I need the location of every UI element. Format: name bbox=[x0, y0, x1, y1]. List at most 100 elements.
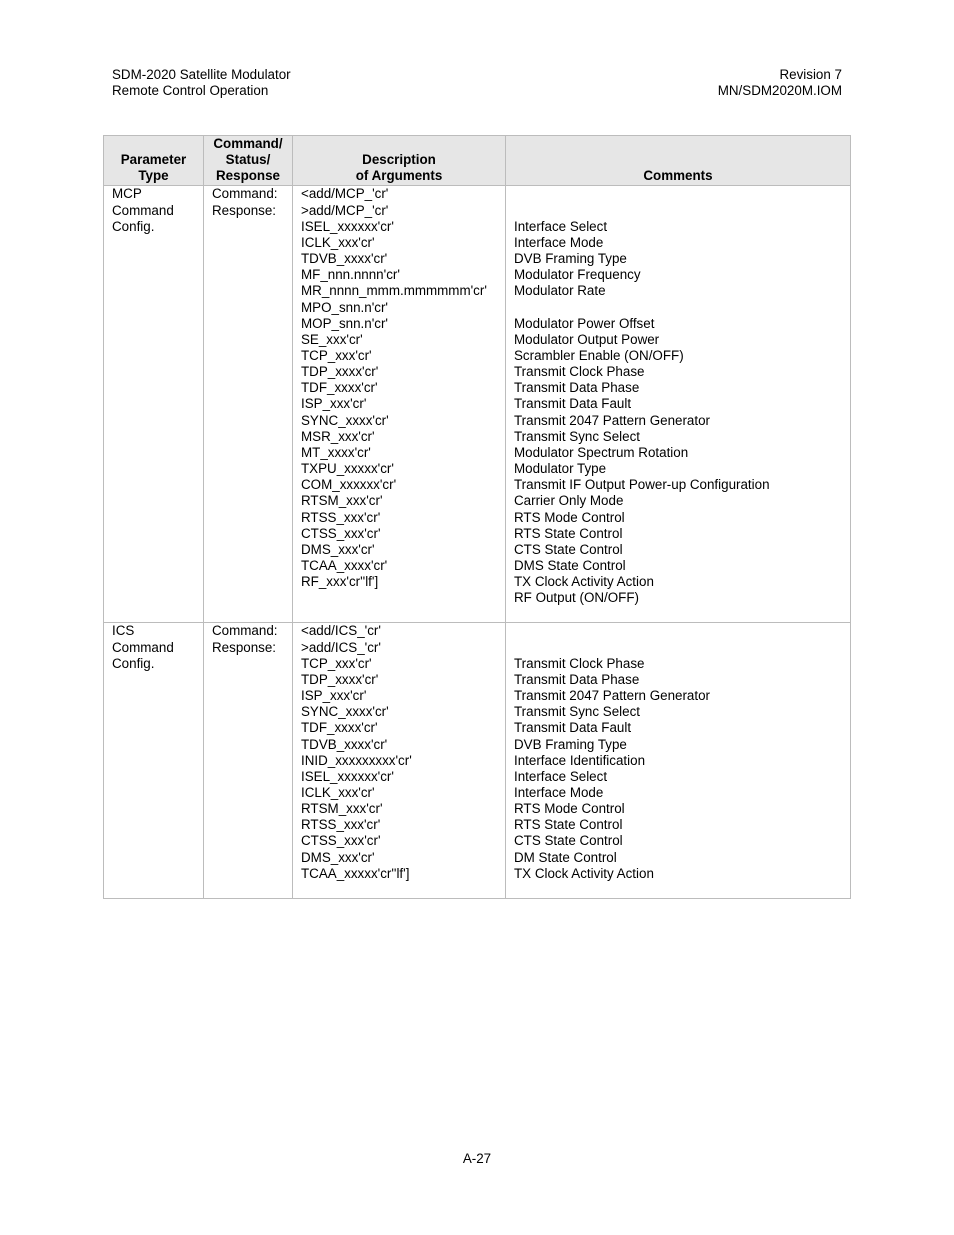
cell-line: ICLK_xxx'cr' bbox=[301, 785, 375, 800]
document-header-right: Revision 7 MN/SDM2020M.IOM bbox=[718, 67, 842, 99]
command-cell: Command: Response: bbox=[203, 622, 293, 899]
cell-line: RTS State Control bbox=[514, 817, 623, 833]
comments-cell: Transmit Clock Phase Transmit Data Phase T… bbox=[505, 622, 851, 899]
table-row: ICS Command Config. Command: Response: <add… bbox=[103, 622, 851, 899]
cell-line: TCP_xxx'cr' bbox=[301, 655, 372, 671]
cell-line: TCP_xxx'cr' bbox=[301, 347, 372, 363]
cell-line: Config. bbox=[112, 218, 155, 234]
cell-line: Modulator Power Offset bbox=[514, 315, 655, 331]
cell-line: Command: bbox=[212, 186, 278, 202]
document-number: MN/SDM2020M.IOM bbox=[717, 83, 842, 99]
cell-line: COM_xxxxxx'cr' bbox=[301, 477, 397, 493]
cell-line: >add/ICS_'cr' bbox=[301, 639, 381, 655]
cell-line: DMS_xxx'cr' bbox=[301, 541, 375, 557]
cell-line: >add/MCP_'cr' bbox=[301, 202, 389, 218]
cell-line: Transmit Sync Select bbox=[514, 428, 641, 444]
page-number: A-27 bbox=[462, 1151, 492, 1166]
cell-line: MF_nnn.nnnn'cr' bbox=[301, 267, 400, 283]
cell-line: TDVB_xxxx'cr' bbox=[301, 251, 388, 267]
cell-line: Response bbox=[216, 168, 280, 184]
cell-line: Transmit 2047 Pattern Generator bbox=[514, 412, 710, 428]
cell-line: ICS bbox=[112, 623, 135, 639]
cell-line: TDF_xxxx'cr' bbox=[301, 720, 378, 736]
command-table: Parameter Type Command/Status/Response De… bbox=[103, 134, 851, 899]
cell-line: RTSM_xxx'cr' bbox=[301, 493, 383, 509]
cell-line: Status/ bbox=[225, 152, 271, 168]
cell-line: TDP_xxxx'cr' bbox=[301, 671, 379, 687]
cell-line: Transmit Sync Select bbox=[514, 704, 641, 720]
col-header-command-status-response: Command/Status/Response bbox=[203, 134, 293, 187]
cell-line: RTSS_xxx'cr' bbox=[301, 509, 381, 525]
arguments-cell: <add/ICS_'cr' >add/ICS_'cr' TCP_xxx'cr' TDP… bbox=[292, 622, 506, 899]
cell-line: Description bbox=[362, 152, 436, 168]
parameter-type-cell: ICS Command Config. bbox=[103, 622, 204, 899]
cell-line: Transmit Data Phase bbox=[514, 380, 640, 396]
parameter-type-cell: MCP Command Config. bbox=[103, 185, 204, 624]
cell-line: RTS Mode Control bbox=[514, 801, 625, 817]
cell-line: MOP_snn.n'cr' bbox=[301, 315, 388, 331]
command-cell: Command: Response: bbox=[203, 185, 293, 624]
cell-line: DVB Framing Type bbox=[514, 251, 627, 267]
cell-line: Comments bbox=[643, 168, 713, 184]
cell-line: TDF_xxxx'cr' bbox=[301, 380, 378, 396]
cell-line: ISP_xxx'cr' bbox=[301, 396, 367, 412]
cell-line bbox=[514, 186, 842, 202]
cell-line: <add/ICS_'cr' bbox=[301, 623, 381, 639]
cell-line: SE_xxx'cr' bbox=[301, 331, 363, 347]
cell-line bbox=[514, 623, 842, 639]
cell-line: TCAA_xxxxx'cr''lf'] bbox=[301, 865, 410, 881]
revision: Revision 7 bbox=[779, 67, 842, 82]
cell-line: Parameter bbox=[120, 152, 187, 168]
cell-line: Transmit 2047 Pattern Generator bbox=[514, 688, 710, 704]
table-row: MCP Command Config. Command: Response: <add… bbox=[103, 185, 851, 624]
cell-line: Modulator Frequency bbox=[514, 267, 641, 283]
cell-line: TDP_xxxx'cr' bbox=[301, 364, 379, 380]
cell-line: Config. bbox=[112, 655, 155, 671]
cell-line: DM State Control bbox=[514, 849, 617, 865]
cell-line: RF Output (ON/OFF) bbox=[514, 590, 639, 606]
cell-line: Transmit Data Fault bbox=[514, 396, 632, 412]
cell-line: SYNC_xxxx'cr' bbox=[301, 412, 389, 428]
cell-line: Command: bbox=[212, 623, 278, 639]
cell-line: ISEL_xxxxxx'cr' bbox=[301, 218, 394, 234]
cell-line: CTSS_xxx'cr' bbox=[301, 833, 381, 849]
cell-line bbox=[514, 640, 842, 656]
cell-line: Transmit Clock Phase bbox=[514, 655, 645, 671]
cell-line: Transmit Data Phase bbox=[514, 671, 640, 687]
cell-line: of Arguments bbox=[355, 168, 443, 184]
cell-line: MT_xxxx'cr' bbox=[301, 444, 371, 460]
cell-line: Command bbox=[112, 202, 174, 218]
cell-line: Interface Select bbox=[514, 218, 608, 234]
cell-line: Transmit Clock Phase bbox=[514, 364, 645, 380]
cell-line: ICLK_xxx'cr' bbox=[301, 234, 375, 250]
cell-line: RTSS_xxx'cr' bbox=[301, 817, 381, 833]
cell-line: SYNC_xxxx'cr' bbox=[301, 704, 389, 720]
col-header-description: Description of Arguments bbox=[292, 134, 506, 187]
cell-line: MSR_xxx'cr' bbox=[301, 428, 375, 444]
cell-line: MR_nnnn_mmm.mmmmmm'cr' bbox=[301, 283, 487, 299]
cell-line bbox=[514, 299, 842, 315]
cell-line bbox=[514, 203, 842, 219]
cell-line: Interface Select bbox=[514, 768, 608, 784]
cell-line: Transmit Data Fault bbox=[514, 720, 632, 736]
cell-line: Type bbox=[138, 168, 169, 184]
cell-line: Carrier Only Mode bbox=[514, 493, 624, 509]
cell-line: Modulator Spectrum Rotation bbox=[514, 444, 689, 460]
cell-line: CTS State Control bbox=[514, 833, 623, 849]
cell-line: RTS State Control bbox=[514, 525, 623, 541]
cell-line: CTS State Control bbox=[514, 541, 623, 557]
cell-line: CTSS_xxx'cr' bbox=[301, 525, 381, 541]
cell-line: MCP bbox=[112, 186, 142, 202]
cell-line: RF_xxx'cr''lf'] bbox=[301, 574, 379, 590]
cell-line: Modulator Output Power bbox=[514, 331, 660, 347]
col-header-comments: Comments bbox=[505, 134, 851, 187]
cell-line: Interface Mode bbox=[514, 784, 604, 800]
cell-line: Interface Mode bbox=[514, 234, 604, 250]
cell-line: Response: bbox=[212, 639, 277, 655]
document-header-left: SDM-2020 Satellite Modulator Remote Cont… bbox=[112, 67, 291, 99]
cell-line: Modulator Type bbox=[514, 461, 607, 477]
comments-cell: Interface Select Interface Mode DVB Framin… bbox=[505, 185, 851, 624]
document-title: SDM-2020 Satellite Modulator bbox=[112, 67, 291, 82]
cell-line: TX Clock Activity Action bbox=[514, 865, 654, 881]
section-title: Remote Control Operation bbox=[112, 83, 269, 99]
